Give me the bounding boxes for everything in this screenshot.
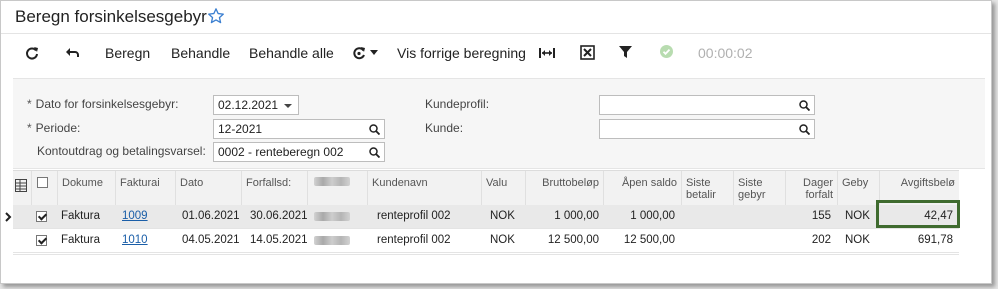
chevron-down-icon	[284, 104, 292, 108]
elapsed-timer: 00:00:02	[698, 45, 753, 61]
cell-forfall: 14.05.2021	[250, 234, 308, 246]
col-valuta[interactable]: Valu	[481, 171, 525, 205]
cell-dager: 202	[811, 234, 831, 246]
col-apen-saldo[interactable]: Åpen saldo	[603, 171, 681, 205]
cell-blurred	[314, 212, 350, 221]
grid-header: Dokume Fakturai Dato Forfallsd: Kundenav…	[13, 170, 959, 206]
vis-forrige-beregning-button[interactable]: Vis forrige beregning	[397, 37, 526, 69]
kundeprofil-label: Kundeprofil:	[425, 97, 490, 111]
behandle-button[interactable]: Behandle	[171, 37, 230, 69]
cell-avgift: 691,78	[917, 234, 953, 246]
search-icon[interactable]	[369, 124, 380, 135]
cell-apen-saldo: 12 500,00	[623, 234, 675, 246]
toolbar: Beregn Behandle Behandle alle Vis forrig…	[1, 37, 991, 69]
refresh-button[interactable]	[25, 37, 41, 69]
col-dato[interactable]: Dato	[175, 171, 241, 205]
table-row[interactable]: Faktura 1010 04.05.2021 14.05.2021 rente…	[13, 229, 959, 253]
col-kundenavn[interactable]: Kundenavn	[367, 171, 481, 205]
behandle-alle-button[interactable]: Behandle alle	[249, 37, 334, 69]
excel-icon	[580, 45, 595, 60]
filter-button[interactable]	[619, 37, 633, 69]
grid-footer-divider	[13, 254, 959, 255]
window: Beregn forsinkelsesgebyr Beregn Behandle…	[0, 0, 992, 284]
col-forfallsdato[interactable]: Forfallsd:	[241, 171, 307, 205]
kundeprofil-field[interactable]	[599, 95, 815, 115]
cell-dato: 04.05.2021	[182, 234, 240, 246]
fit-width-icon	[539, 48, 555, 58]
cell-faktura-link[interactable]: 1009	[122, 205, 148, 228]
cell-faktura-link[interactable]: 1010	[122, 229, 148, 252]
gear-refresh-icon	[353, 47, 365, 60]
col-gebyr-valuta[interactable]: Geby	[837, 171, 879, 205]
kunde-label: Kunde:	[425, 121, 464, 135]
refresh-icon	[26, 47, 38, 60]
cell-brutto: 12 500,00	[547, 234, 599, 246]
col-siste-gebyr[interactable]: Siste gebyr	[733, 171, 785, 205]
periode-field[interactable]: 12-2021	[213, 119, 385, 139]
select-all-checkbox[interactable]	[37, 177, 48, 188]
select-all-header[interactable]	[31, 171, 57, 205]
cell-brutto: 1 000,00	[554, 210, 599, 222]
grid-settings-button[interactable]	[13, 171, 31, 205]
cell-kundenavn: renteprofil 002	[377, 234, 451, 246]
current-row-arrow-icon	[5, 212, 12, 222]
cell-dager: 155	[811, 210, 831, 222]
filter-form: * Dato for forsinkelsesgebyr: 02.12.2021 …	[13, 78, 985, 169]
periode-label: * Periode:	[27, 121, 81, 135]
row-checkbox[interactable]	[36, 211, 47, 222]
grid-settings-icon	[15, 179, 27, 192]
search-icon[interactable]	[369, 147, 380, 158]
title-divider	[1, 33, 991, 34]
search-icon[interactable]	[799, 100, 810, 111]
cell-valuta: NOK	[490, 210, 515, 222]
cell-apen-saldo: 1 000,00	[630, 210, 675, 222]
chevron-down-icon	[370, 50, 378, 55]
blurred-header	[314, 177, 350, 186]
cell-gebyr: NOK	[845, 210, 870, 222]
cell-dato: 01.06.2021	[182, 210, 240, 222]
cell-gebyr: NOK	[845, 234, 870, 246]
cell-forfall: 30.06.2021	[250, 210, 308, 222]
cell-valuta: NOK	[490, 234, 515, 246]
row-checkbox[interactable]	[36, 235, 47, 246]
cell-kundenavn: renteprofil 002	[377, 210, 451, 222]
cell-dokument: Faktura	[61, 210, 100, 222]
undo-button[interactable]	[65, 37, 81, 69]
export-excel-button[interactable]	[580, 37, 596, 69]
kontoutdrag-field[interactable]: 0002 - renteberegn 002	[213, 142, 385, 162]
dato-label: * Dato for forsinkelsesgebyr:	[27, 97, 179, 111]
undo-icon	[66, 48, 79, 57]
actions-dropdown-button[interactable]	[351, 37, 379, 69]
cell-dokument: Faktura	[61, 234, 100, 246]
kontoutdrag-label: Kontoutdrag og betalingsvarsel:	[37, 144, 206, 158]
dato-field[interactable]: 02.12.2021	[213, 95, 299, 115]
col-bruttobelop[interactable]: Bruttobeløp	[525, 171, 603, 205]
fit-columns-button[interactable]	[539, 37, 555, 69]
check-circle-icon	[660, 45, 673, 58]
kunde-field[interactable]	[599, 119, 815, 139]
cell-blurred	[314, 236, 350, 245]
status-ok-indicator	[660, 37, 674, 69]
search-icon[interactable]	[799, 124, 810, 135]
col-blurred[interactable]	[307, 171, 367, 205]
col-dokument[interactable]: Dokume	[57, 171, 115, 205]
highlight-box	[876, 200, 960, 228]
page-title: Beregn forsinkelsesgebyr	[15, 7, 207, 26]
beregn-button[interactable]: Beregn	[105, 37, 150, 69]
table-row[interactable]: Faktura 1009 01.06.2021 30.06.2021 rente…	[5, 205, 959, 229]
star-favorite-icon[interactable]	[207, 7, 225, 25]
filter-icon	[619, 46, 632, 58]
col-faktura[interactable]: Fakturai	[115, 171, 175, 205]
col-siste-betaling[interactable]: Siste betalir	[681, 171, 733, 205]
col-dager-forfalt[interactable]: Dager forfalt	[785, 171, 837, 205]
